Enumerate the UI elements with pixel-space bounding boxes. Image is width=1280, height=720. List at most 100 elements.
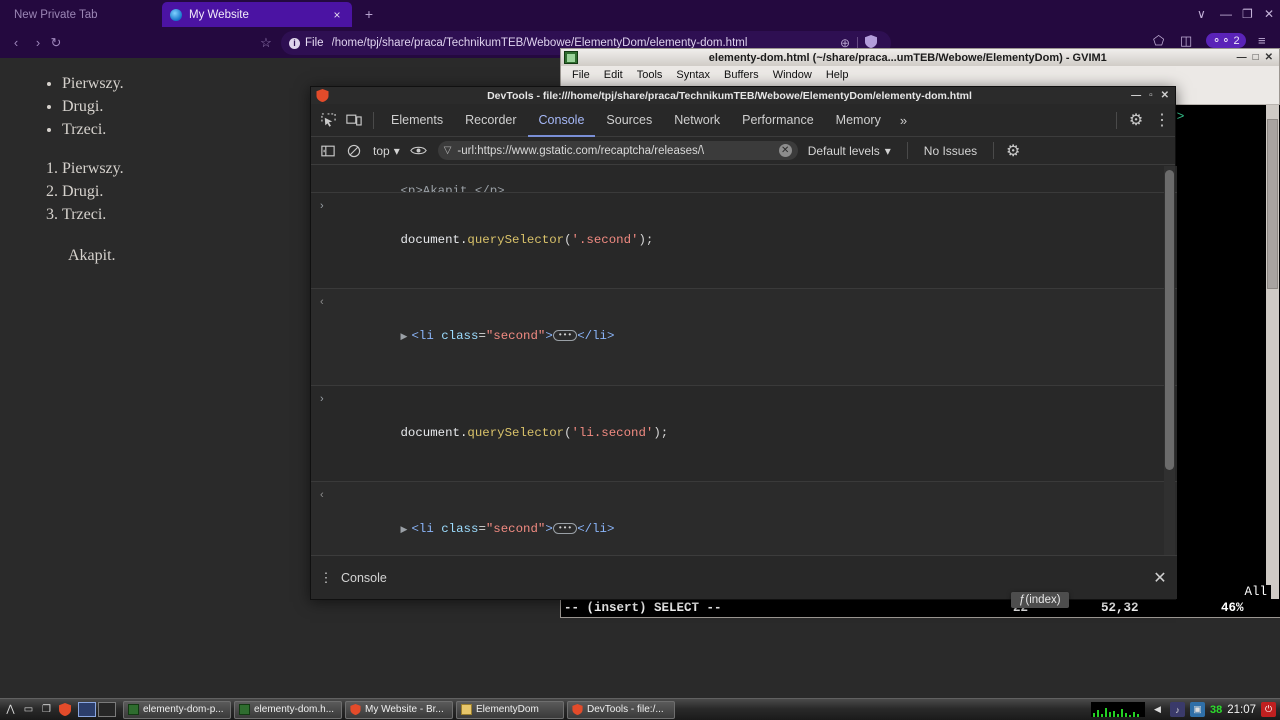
taskbar-item[interactable]: ElementyDom (456, 700, 564, 719)
brave-glyph (58, 703, 71, 716)
tray-collapse-icon[interactable]: ◀ (1150, 702, 1165, 717)
shields-counter[interactable]: ⚬⚬ 2 (1206, 33, 1246, 48)
list-item: Trzeci. (62, 203, 124, 226)
gvim-menu-help[interactable]: Help (819, 69, 856, 81)
browser-tab-private[interactable]: New Private Tab (14, 2, 98, 27)
menu-icon[interactable]: ⋀ (3, 702, 18, 717)
tab-recorder[interactable]: Recorder (454, 104, 527, 137)
browser-tab-strip: New Private Tab My Website × + ∨ — ❐ ✕ (0, 0, 1280, 28)
taskbar-item[interactable]: elementy-dom.h... (234, 700, 342, 719)
gvim-icon (128, 704, 139, 715)
gvim-mode-label: -- (insert) SELECT -- (564, 601, 722, 615)
kebab-menu-icon[interactable]: ⋮ (1149, 108, 1175, 132)
power-icon[interactable]: ⏻ (1261, 702, 1276, 717)
tray-counter-label: 38 (1209, 703, 1223, 716)
taskbar-window-list: elementy-dom-p... elementy-dom.h... My W… (123, 700, 675, 719)
cpu-graph-icon (1090, 702, 1145, 717)
gvim-menu-syntax[interactable]: Syntax (669, 69, 717, 81)
taskbar-item[interactable]: DevTools - file:/... (567, 700, 675, 719)
expand-triangle-icon[interactable]: ▶ (401, 329, 412, 346)
console-filter-input[interactable]: ▽ -url:https://www.gstatic.com/recaptcha… (437, 141, 798, 160)
inspect-element-icon[interactable] (315, 108, 341, 132)
gvim-menu-window[interactable]: Window (766, 69, 819, 81)
live-expression-icon[interactable] (406, 139, 432, 163)
forward-icon[interactable]: › (28, 33, 48, 53)
folder-icon (461, 704, 472, 715)
drawer-kebab-icon[interactable]: ⋮ (311, 570, 341, 586)
execution-context-label: top (373, 143, 390, 158)
minimize-all-icon[interactable]: ▭ (21, 702, 36, 717)
gvim-scrollbar-thumb[interactable] (1267, 119, 1278, 289)
page-content: Pierwszy. Drugi. Trzeci. Pierwszy. Drugi… (40, 72, 124, 267)
bookmark-icon[interactable]: ☆ (256, 33, 276, 53)
devtools-maximize-button[interactable]: ▫ (1145, 90, 1157, 101)
console-scrollbar-thumb[interactable] (1165, 170, 1174, 470)
tab-memory[interactable]: Memory (825, 104, 892, 137)
tab-search-chevron-icon[interactable]: ∨ (1197, 7, 1206, 21)
devtools-window[interactable]: DevTools - file:///home/tpj/share/praca/… (310, 86, 1177, 608)
brave-launcher-icon[interactable] (57, 702, 72, 717)
expand-ellipsis-icon[interactable]: ••• (552, 523, 578, 534)
eye-glyph (410, 146, 428, 155)
console-sidebar-icon[interactable] (315, 139, 341, 163)
site-info-icon[interactable]: i (289, 37, 300, 49)
camera-icon[interactable]: ▣ (1189, 702, 1205, 717)
console-scrollbar[interactable] (1164, 166, 1175, 557)
sidebar-icon[interactable]: ◫ (1180, 33, 1192, 49)
gvim-close-button[interactable]: ✕ (1262, 52, 1276, 63)
taskbar-item[interactable]: My Website - Br... (345, 700, 453, 719)
output-gutter-icon: ‹ (320, 489, 324, 501)
workspace-pager[interactable] (78, 702, 116, 717)
close-drawer-icon[interactable]: ✕ (1143, 568, 1177, 588)
tab-performance[interactable]: Performance (731, 104, 825, 137)
devtools-minimize-button[interactable]: — (1127, 90, 1145, 101)
gvim-menu-buffers[interactable]: Buffers (717, 69, 766, 81)
music-icon[interactable]: ♪ (1169, 702, 1185, 717)
expand-ellipsis-icon[interactable]: ••• (552, 330, 578, 341)
new-tab-button[interactable]: + (360, 5, 378, 23)
browser-tab-my-website[interactable]: My Website × (162, 2, 352, 27)
device-toolbar-icon[interactable] (341, 108, 367, 132)
console-settings-gear-icon[interactable]: ⚙ (1000, 139, 1026, 163)
browser-menu-icon[interactable]: ≡ (1258, 33, 1266, 48)
gvim-minimize-button[interactable]: — (1234, 52, 1250, 63)
minimize-window-button[interactable]: — (1220, 7, 1232, 21)
execution-context-selector[interactable]: top ▾ (367, 144, 406, 158)
back-icon[interactable]: ‹ (6, 33, 26, 53)
close-window-button[interactable]: ✕ (1264, 7, 1274, 21)
close-tab-icon[interactable]: × (330, 8, 344, 22)
clear-filter-icon[interactable]: ✕ (778, 144, 792, 157)
issues-status[interactable]: No Issues (914, 144, 987, 158)
unordered-list: Pierwszy. Drugi. Trzeci. (62, 72, 124, 141)
gvim-scrollbar[interactable] (1266, 105, 1279, 601)
clear-console-icon[interactable] (341, 139, 367, 163)
more-tabs-icon[interactable]: » (892, 113, 915, 128)
workspace-2[interactable] (98, 702, 116, 717)
devtools-close-button[interactable]: ✕ (1157, 90, 1173, 101)
log-levels-selector[interactable]: Default levels ▾ (798, 144, 901, 158)
tab-elements[interactable]: Elements (380, 104, 454, 137)
gvim-menu-tools[interactable]: Tools (630, 69, 670, 81)
console-message-list[interactable]: <p>Akapit.</p> › document.querySelector(… (311, 166, 1177, 557)
console-input-row: › document.querySelector('li.second'); d… (311, 386, 1177, 482)
workspace-1[interactable] (78, 702, 96, 717)
tab-console[interactable]: Console (528, 104, 596, 137)
show-desktop-icon[interactable]: ❐ (39, 702, 54, 717)
reload-icon[interactable]: ↻ (46, 33, 66, 53)
gear-icon[interactable]: ⚙ (1123, 108, 1149, 132)
gvim-menu-edit[interactable]: Edit (597, 69, 630, 81)
drawer-tab-console[interactable]: Console (341, 571, 387, 585)
maximize-window-button[interactable]: ❐ (1242, 7, 1253, 21)
gvim-maximize-button[interactable]: □ (1250, 52, 1262, 63)
taskbar-item-label: DevTools - file:/... (587, 704, 664, 715)
tab-sources[interactable]: Sources (595, 104, 663, 137)
divider (373, 111, 374, 129)
tab-network[interactable]: Network (663, 104, 731, 137)
brave-icon (316, 89, 329, 102)
gvim-menu-file[interactable]: File (565, 69, 597, 81)
shield-glyph (865, 35, 877, 48)
taskbar-item[interactable]: elementy-dom-p... (123, 700, 231, 719)
gvim-ruler-label: All (1240, 585, 1271, 599)
extensions-icon[interactable]: ⬠ (1153, 33, 1164, 49)
expand-triangle-icon[interactable]: ▶ (401, 522, 412, 539)
